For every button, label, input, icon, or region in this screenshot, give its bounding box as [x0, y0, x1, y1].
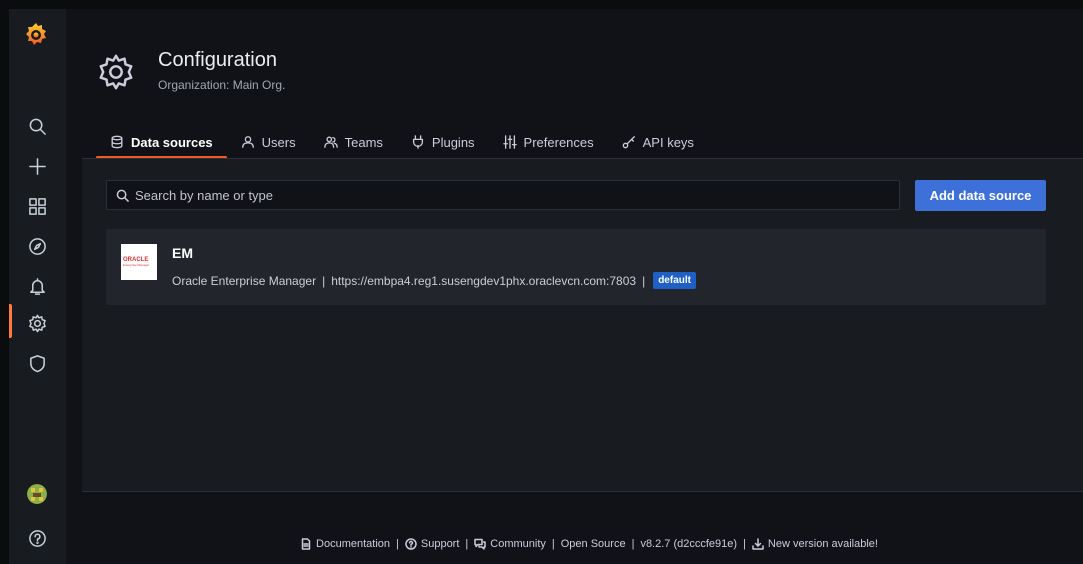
help-icon — [405, 538, 417, 550]
tab-label: Users — [261, 134, 296, 150]
tab-bar: Data sources Users Teams Plugins Prefere… — [96, 127, 708, 159]
key-icon — [622, 136, 635, 149]
separator: | — [642, 273, 646, 288]
datasource-url: https://embpa4.reg1.susengdev1phx.oracle… — [331, 273, 637, 288]
tab-data-sources[interactable]: Data sources — [96, 127, 227, 159]
sidebar-active-indicator — [9, 304, 12, 338]
database-icon — [111, 135, 123, 149]
plus-icon[interactable] — [26, 155, 48, 177]
tab-api-keys[interactable]: API keys — [608, 127, 708, 157]
datasource-name: EM — [172, 245, 193, 261]
grafana-logo-icon[interactable] — [23, 21, 49, 49]
tab-label: Data sources — [131, 134, 213, 150]
tab-teams[interactable]: Teams — [310, 127, 397, 157]
help-icon[interactable] — [26, 527, 48, 549]
comments-icon — [474, 538, 487, 550]
page-title: Configuration — [158, 49, 277, 71]
separator: | — [465, 538, 469, 550]
gear-icon[interactable] — [26, 312, 48, 334]
datasource-type: Oracle Enterprise Manager — [172, 273, 317, 288]
default-badge: default — [653, 272, 696, 289]
footer-new-version-link[interactable]: New version available! — [752, 538, 878, 550]
dashboards-icon[interactable] — [26, 195, 48, 217]
separator: | — [631, 538, 635, 550]
search-box[interactable] — [106, 180, 900, 210]
gear-icon — [97, 53, 135, 91]
separator: | — [743, 538, 746, 550]
footer: Documentation | Support | Community | Op… — [159, 538, 1019, 550]
explore-icon[interactable] — [26, 235, 48, 257]
tab-label: API keys — [642, 134, 694, 150]
datasource-meta: Oracle Enterprise Manager | https://embp… — [172, 272, 696, 289]
tab-plugins[interactable]: Plugins — [397, 127, 489, 157]
shield-icon[interactable] — [26, 352, 48, 374]
search-icon[interactable] — [26, 115, 48, 137]
tab-users[interactable]: Users — [227, 127, 310, 157]
sidebar — [9, 9, 66, 564]
datasource-card[interactable]: ORACLE Enterprise Manager EM Oracle Ente… — [106, 229, 1046, 305]
user-icon — [241, 136, 254, 148]
add-data-source-button[interactable]: Add data source — [915, 180, 1046, 211]
sliders-icon — [502, 135, 517, 149]
tab-label: Preferences — [523, 134, 594, 150]
avatar[interactable] — [27, 484, 47, 504]
footer-documentation-link[interactable]: Documentation — [300, 538, 390, 550]
footer-open-source-link[interactable]: Open Source — [561, 538, 626, 550]
bell-icon[interactable] — [26, 275, 48, 297]
tab-label: Teams — [344, 134, 383, 150]
separator: | — [396, 538, 399, 550]
plug-icon — [412, 135, 423, 149]
download-icon — [752, 538, 764, 550]
users-icon — [323, 136, 338, 148]
tab-label: Plugins — [431, 134, 475, 150]
footer-community-link[interactable]: Community — [474, 538, 546, 550]
separator: | — [322, 273, 326, 288]
separator: | — [551, 538, 555, 550]
search-input[interactable] — [135, 187, 875, 203]
search-icon — [116, 189, 129, 202]
document-icon — [301, 538, 311, 550]
app-window: Configuration Organization: Main Org. Da… — [9, 9, 1083, 564]
page-subtitle: Organization: Main Org. — [158, 78, 286, 92]
main-content: Add data source ORACLE Enterprise Manage… — [82, 159, 1083, 492]
footer-version: v8.2.7 (d2cccfe91e) — [640, 538, 738, 550]
footer-support-link[interactable]: Support — [405, 538, 459, 550]
oracle-logo-icon: ORACLE Enterprise Manager — [121, 244, 157, 280]
tab-preferences[interactable]: Preferences — [489, 127, 608, 157]
